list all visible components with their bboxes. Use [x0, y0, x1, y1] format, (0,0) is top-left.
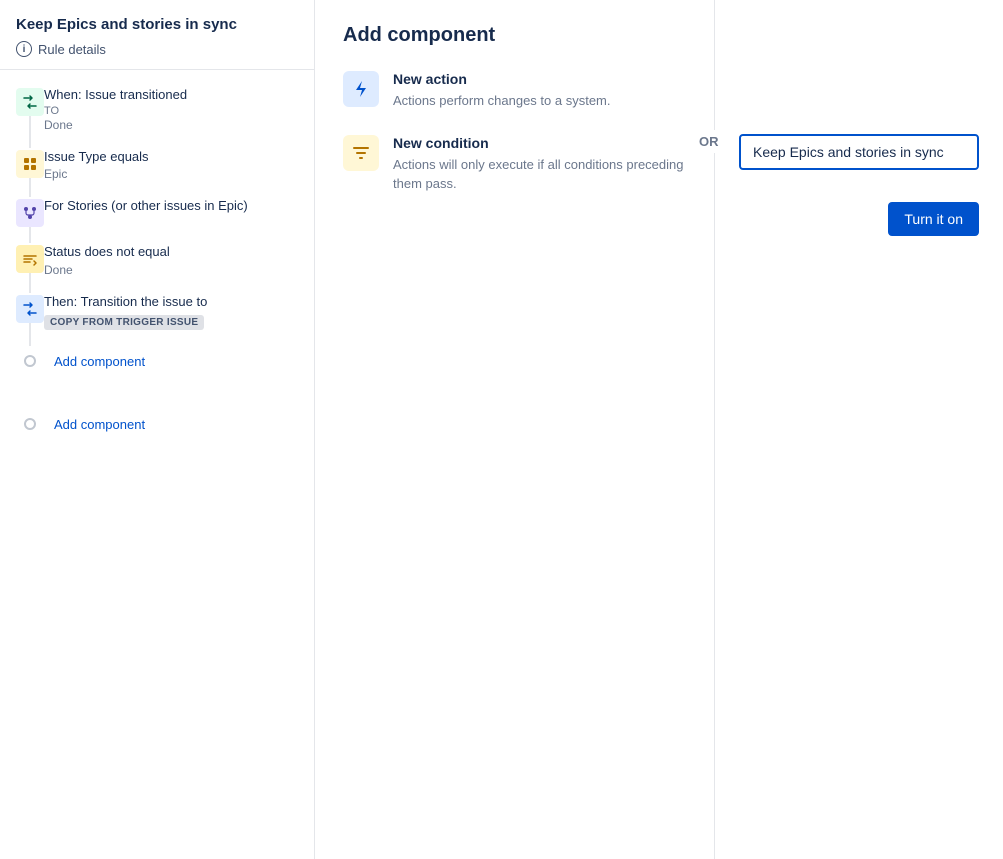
connector-line-5	[29, 323, 31, 346]
flow-row-when: When: Issue transitioned TO Done	[16, 86, 298, 148]
when-transition-sub1: TO	[44, 105, 298, 117]
status-icon	[16, 245, 44, 273]
status-title: Status does not equal	[44, 243, 298, 261]
connector-line-4	[29, 273, 31, 292]
flow-connector-when	[16, 86, 44, 148]
flow-connector-status	[16, 243, 44, 292]
flow-connector-stories	[16, 197, 44, 243]
divider	[0, 69, 314, 70]
add-dot-inner	[24, 355, 36, 367]
flow-row-status: Status does not equal Done	[16, 243, 298, 292]
flow-row-issue-type: Issue Type equals Epic	[16, 148, 298, 197]
status-sub1: Done	[44, 263, 298, 277]
right-panel: Turn it on	[715, 0, 1003, 859]
flow-connector-issue-type	[16, 148, 44, 197]
or-label: OR	[693, 130, 725, 153]
new-condition-text: New condition Actions will only execute …	[393, 135, 686, 194]
new-action-text: New action Actions perform changes to a …	[393, 71, 610, 111]
when-transition-sub2: Done	[44, 118, 298, 132]
filter-icon	[351, 143, 371, 163]
when-transition-title: When: Issue transitioned	[44, 86, 298, 104]
add-component-outer-label: Add component	[54, 417, 145, 432]
status-content[interactable]: Status does not equal Done	[44, 243, 298, 292]
right-content: Turn it on	[739, 134, 979, 236]
stories-content[interactable]: For Stories (or other issues in Epic)	[44, 197, 298, 243]
rule-name-input[interactable]	[739, 134, 979, 170]
turn-on-button[interactable]: Turn it on	[888, 202, 979, 236]
stories-icon	[16, 199, 44, 227]
left-panel: Keep Epics and stories in sync i Rule de…	[0, 0, 315, 859]
then-transition-title: Then: Transition the issue to	[44, 293, 298, 311]
new-condition-card[interactable]: New condition Actions will only execute …	[343, 135, 686, 194]
issue-type-sub1: Epic	[44, 167, 298, 181]
add-component-inner-label: Add component	[54, 354, 145, 369]
then-transition-content[interactable]: Then: Transition the issue to COPY FROM …	[44, 293, 298, 346]
status-icon-svg	[22, 251, 38, 267]
then-transition-icon	[16, 295, 44, 323]
flow-row-stories: For Stories (or other issues in Epic)	[16, 197, 298, 243]
branch-icon-svg	[22, 205, 38, 221]
copy-badge: COPY FROM TRIGGER ISSUE	[44, 315, 204, 330]
left-header: Keep Epics and stories in sync i Rule de…	[0, 16, 314, 69]
issue-type-icon-svg	[22, 156, 38, 172]
connector-line-1	[29, 116, 31, 148]
transition2-icon-svg	[22, 301, 38, 317]
when-transition-content[interactable]: When: Issue transitioned TO Done	[44, 86, 298, 148]
new-condition-desc: Actions will only execute if all conditi…	[393, 155, 686, 194]
lightning-icon	[351, 79, 371, 99]
transition-icon-svg	[22, 94, 38, 110]
new-condition-icon	[343, 135, 379, 171]
flow-connector-then	[16, 293, 44, 346]
new-action-title: New action	[393, 71, 610, 87]
new-action-desc: Actions perform changes to a system.	[393, 91, 610, 111]
connector-line-2	[29, 178, 31, 197]
add-component-outer[interactable]: Add component	[16, 409, 298, 440]
rule-details-link[interactable]: i Rule details	[16, 41, 298, 57]
info-icon: i	[16, 41, 32, 57]
spacer	[16, 377, 298, 409]
rule-details-label: Rule details	[38, 42, 106, 57]
page-title: Keep Epics and stories in sync	[16, 16, 298, 33]
issue-type-content[interactable]: Issue Type equals Epic	[44, 148, 298, 197]
new-condition-title: New condition	[393, 135, 686, 151]
new-action-card[interactable]: New action Actions perform changes to a …	[343, 71, 686, 111]
add-dot-outer	[24, 418, 36, 430]
stories-title: For Stories (or other issues in Epic)	[44, 197, 298, 215]
middle-title: Add component	[343, 24, 686, 47]
issue-type-title: Issue Type equals	[44, 148, 298, 166]
flow-list: When: Issue transitioned TO Done	[0, 86, 314, 440]
when-transition-icon	[16, 88, 44, 116]
connector-line-3	[29, 227, 31, 243]
middle-panel: Add component New action Actions perform…	[315, 0, 715, 859]
add-component-inner[interactable]: Add component	[16, 346, 298, 377]
issue-type-icon	[16, 150, 44, 178]
flow-row-then: Then: Transition the issue to COPY FROM …	[16, 293, 298, 346]
new-action-icon	[343, 71, 379, 107]
